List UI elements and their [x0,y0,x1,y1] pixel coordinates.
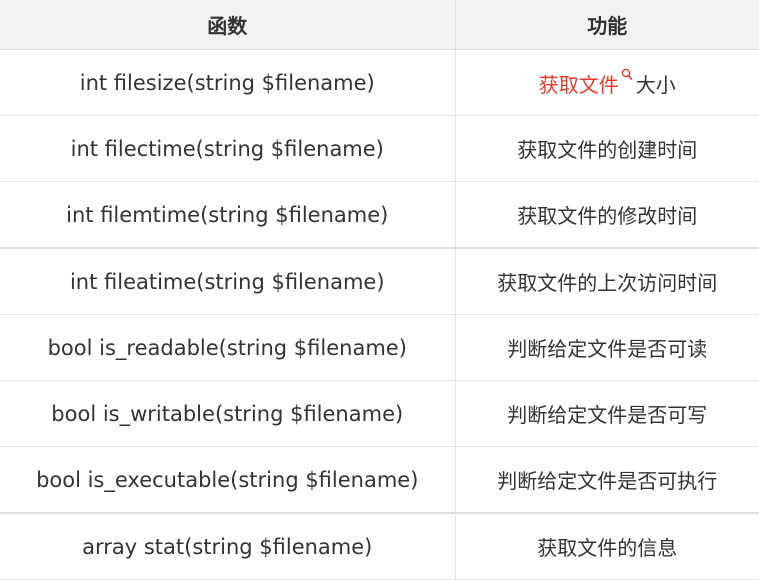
function-signature: int filesize(string $filename) [0,49,456,116]
table-row: int fileatime(string $filename) 获取文件的上次访… [0,247,759,315]
description-column-header: 功能 [455,0,759,50]
table-row: int filesize(string $filename) 获取文件 大小 [0,49,759,116]
php-file-functions-table: 函数 功能 int filesize(string $filename) 获取文… [0,0,759,580]
function-signature: bool is_readable(string $filename) [0,314,456,381]
table-row: array stat(string $filename) 获取文件的信息 [0,512,759,580]
function-description: 获取文件的创建时间 [455,115,759,182]
table-row: bool is_executable(string $filename) 判断给… [0,446,759,514]
table-row: bool is_writable(string $filename) 判断给定文… [0,380,759,447]
function-description: 获取文件的修改时间 [455,181,759,249]
function-signature: int filectime(string $filename) [0,115,456,182]
table-row: int filectime(string $filename) 获取文件的创建时… [0,115,759,182]
function-description: 判断给定文件是否可写 [455,380,759,447]
function-signature: array stat(string $filename) [0,512,456,580]
function-description: 获取文件 大小 [455,49,759,116]
function-description: 获取文件的上次访问时间 [455,247,759,315]
search-link[interactable]: 获取文件 [539,73,619,97]
table-row: int filemtime(string $filename) 获取文件的修改时… [0,181,759,249]
function-signature: int fileatime(string $filename) [0,247,456,315]
function-description: 判断给定文件是否可读 [455,314,759,381]
function-signature: bool is_executable(string $filename) [0,446,456,514]
function-description: 判断给定文件是否可执行 [455,446,759,514]
function-signature: bool is_writable(string $filename) [0,380,456,447]
function-column-header: 函数 [0,0,456,50]
function-description: 获取文件的信息 [455,512,759,580]
table-row: bool is_readable(string $filename) 判断给定文… [0,314,759,381]
search-icon[interactable] [621,68,633,82]
header-row: 函数 功能 [0,0,759,50]
description-rest: 大小 [635,72,676,97]
function-signature: int filemtime(string $filename) [0,181,456,249]
